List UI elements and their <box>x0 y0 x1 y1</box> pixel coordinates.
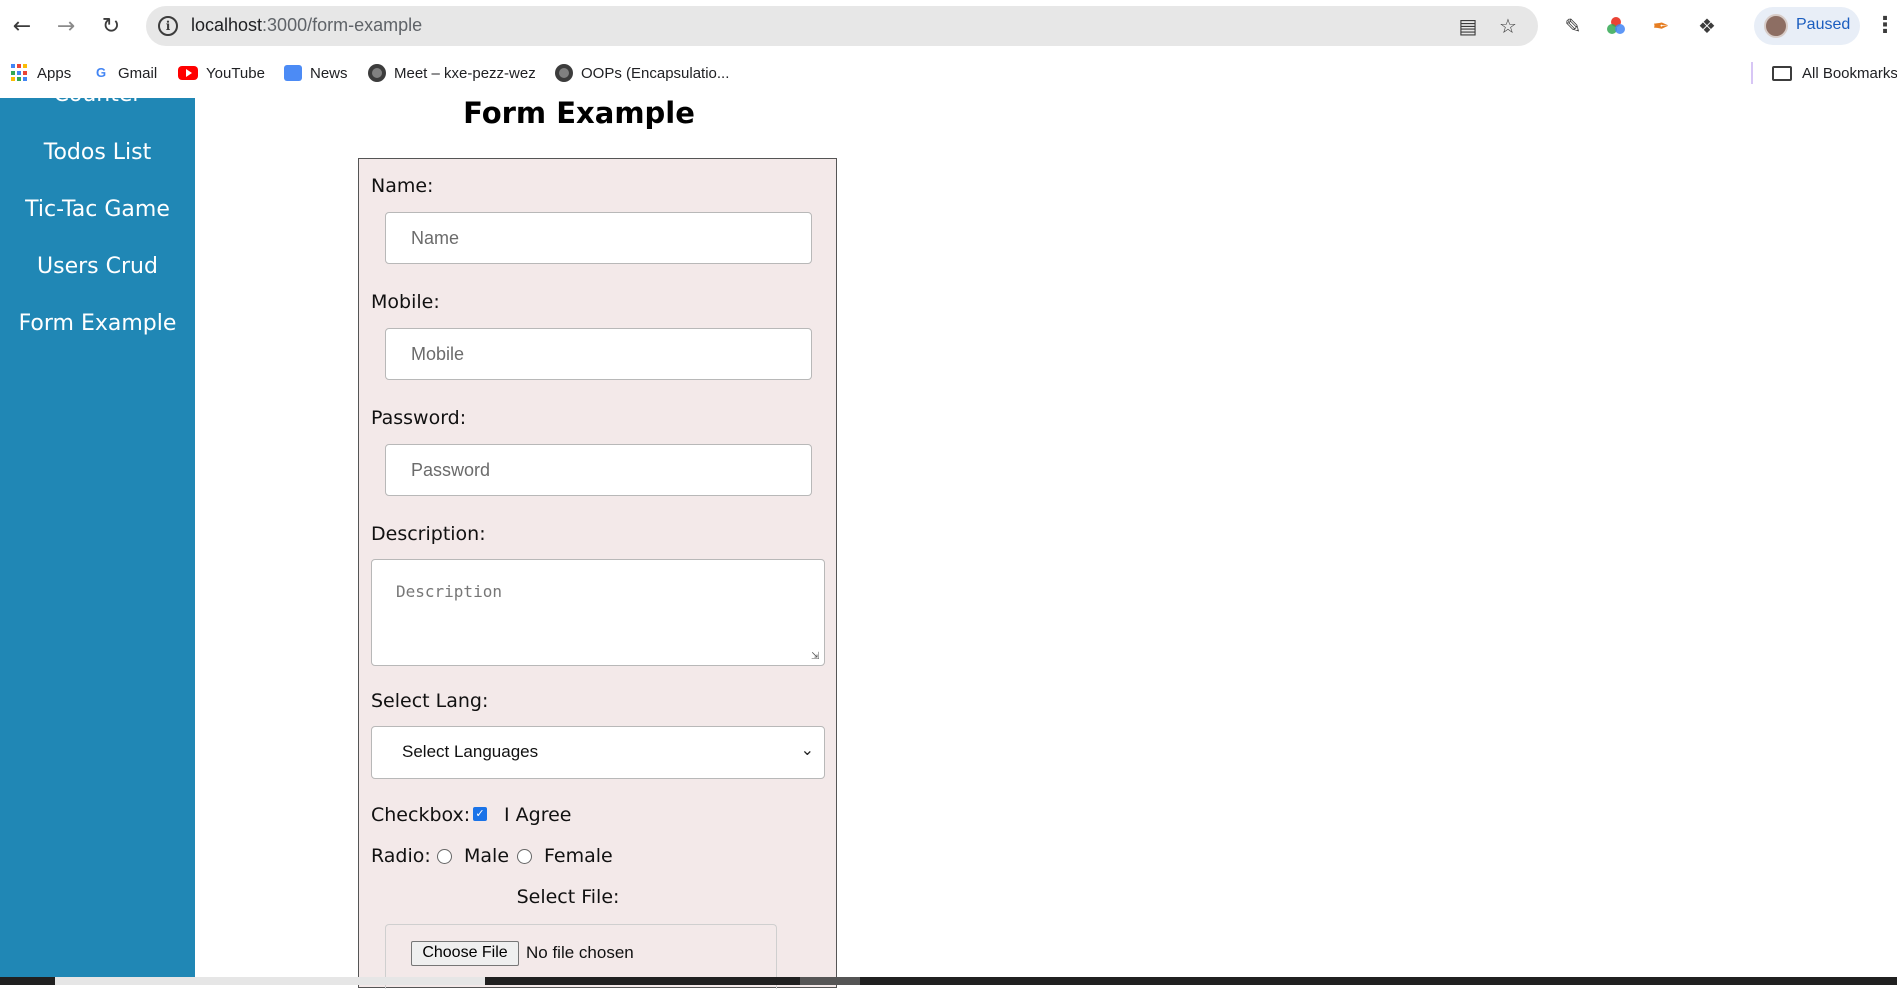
sidebar-nav: Counter Todos List Tic-Tac Game Users Cr… <box>0 98 195 978</box>
browser-toolbar: ← → ↻ i localhost:3000/form-example ▤ ☆ … <box>0 0 1897 50</box>
form-container: Name: Mobile: Password: Description: ⇲ S… <box>358 158 837 989</box>
description-textarea[interactable] <box>371 559 825 666</box>
sidebar-item-users-crud[interactable]: Users Crud <box>0 254 195 279</box>
sidebar-item-tic-tac-game[interactable]: Tic-Tac Game <box>0 197 195 222</box>
bookmarks-divider <box>1751 62 1753 84</box>
sidebar-item-counter[interactable]: Counter <box>0 98 195 107</box>
address-bar[interactable]: i localhost:3000/form-example ▤ ☆ <box>146 6 1538 46</box>
youtube-icon <box>178 66 198 80</box>
avatar <box>1764 14 1788 38</box>
password-input[interactable] <box>385 444 812 496</box>
language-select[interactable]: Select Languages ⌄ <box>371 726 825 779</box>
url-path: :3000/form-example <box>262 15 423 35</box>
sidebar-item-form-example[interactable]: Form Example <box>0 311 195 336</box>
name-label: Name: <box>371 175 434 197</box>
eyedropper-extension-icon[interactable]: ✎ <box>1560 13 1586 39</box>
resize-grip-icon[interactable]: ⇲ <box>811 652 821 662</box>
globe-icon <box>555 64 573 82</box>
globe-icon <box>368 64 386 82</box>
choose-file-button[interactable]: Choose File <box>411 941 519 966</box>
mobile-input[interactable] <box>385 328 812 380</box>
description-label: Description: <box>371 523 486 545</box>
agree-checkbox[interactable]: ✓ <box>473 807 487 821</box>
reload-icon[interactable]: ↻ <box>98 13 124 39</box>
url-host: localhost <box>191 15 263 35</box>
bookmark-label: OOPs (Encapsulatio... <box>581 64 730 82</box>
sidebar-item-todos-list[interactable]: Todos List <box>0 140 195 165</box>
file-status-text: No file chosen <box>526 943 634 962</box>
apps-grid-icon <box>11 64 29 82</box>
browser-menu-icon[interactable]: ⋮ <box>1874 12 1896 40</box>
page-title: Form Example <box>463 96 695 130</box>
radio-male[interactable] <box>437 849 452 864</box>
site-info-icon[interactable]: i <box>158 16 178 36</box>
select-lang-label: Select Lang: <box>371 690 489 712</box>
bookmark-label: Meet – kxe-pezz-wez <box>394 64 536 82</box>
name-input[interactable] <box>385 212 812 264</box>
checkbox-label: Checkbox: <box>371 804 471 826</box>
bookmark-gmail[interactable]: G Gmail <box>92 62 157 84</box>
radio-label: Radio: <box>371 845 431 867</box>
bookmark-label: News <box>310 64 348 82</box>
bookmark-meet[interactable]: Meet – kxe-pezz-wez <box>368 62 536 84</box>
back-icon[interactable]: ← <box>9 13 35 39</box>
bookmark-star-icon[interactable]: ☆ <box>1496 14 1520 38</box>
paint-brush-extension-icon[interactable]: ✒ <box>1648 13 1674 39</box>
taskbar-search-area[interactable] <box>55 977 485 985</box>
bookmark-label: YouTube <box>206 64 265 82</box>
bookmark-label: Apps <box>37 64 72 82</box>
password-label: Password: <box>371 407 467 429</box>
radio-female-label: Female <box>544 845 613 867</box>
profile-status: Paused <box>1796 16 1851 33</box>
extensions-puzzle-icon[interactable]: ❖ <box>1694 13 1720 39</box>
bookmark-apps[interactable]: Apps <box>11 62 71 84</box>
bookmarks-bar: Apps G Gmail YouTube News Meet – kxe-pez… <box>0 50 1897 98</box>
install-app-icon[interactable]: ▤ <box>1456 14 1480 38</box>
folder-icon <box>1772 65 1792 81</box>
bookmark-news[interactable]: News <box>284 62 348 84</box>
language-select-value: Select Languages <box>402 742 539 761</box>
all-bookmarks-label: All Bookmarks <box>1802 64 1897 82</box>
bookmark-oops[interactable]: OOPs (Encapsulatio... <box>555 62 729 84</box>
google-g-icon: G <box>95 65 107 80</box>
news-icon <box>284 65 302 81</box>
radio-male-label: Male <box>464 845 510 867</box>
taskbar-app[interactable] <box>800 977 860 985</box>
chevron-down-icon: ⌄ <box>800 740 814 759</box>
mobile-label: Mobile: <box>371 291 440 313</box>
bookmark-label: Gmail <box>118 64 158 82</box>
profile-button[interactable]: Paused <box>1754 7 1860 45</box>
select-file-label: Select File: <box>516 886 620 908</box>
color-wheel-extension-icon[interactable] <box>1603 13 1629 39</box>
url-text[interactable]: localhost:3000/form-example <box>191 15 422 36</box>
os-taskbar <box>0 977 1897 985</box>
forward-icon[interactable]: → <box>53 13 79 39</box>
agree-checkbox-text: I Agree <box>504 804 572 826</box>
all-bookmarks[interactable]: All Bookmarks <box>1772 62 1897 84</box>
bookmark-youtube[interactable]: YouTube <box>178 62 265 84</box>
radio-female[interactable] <box>517 849 532 864</box>
